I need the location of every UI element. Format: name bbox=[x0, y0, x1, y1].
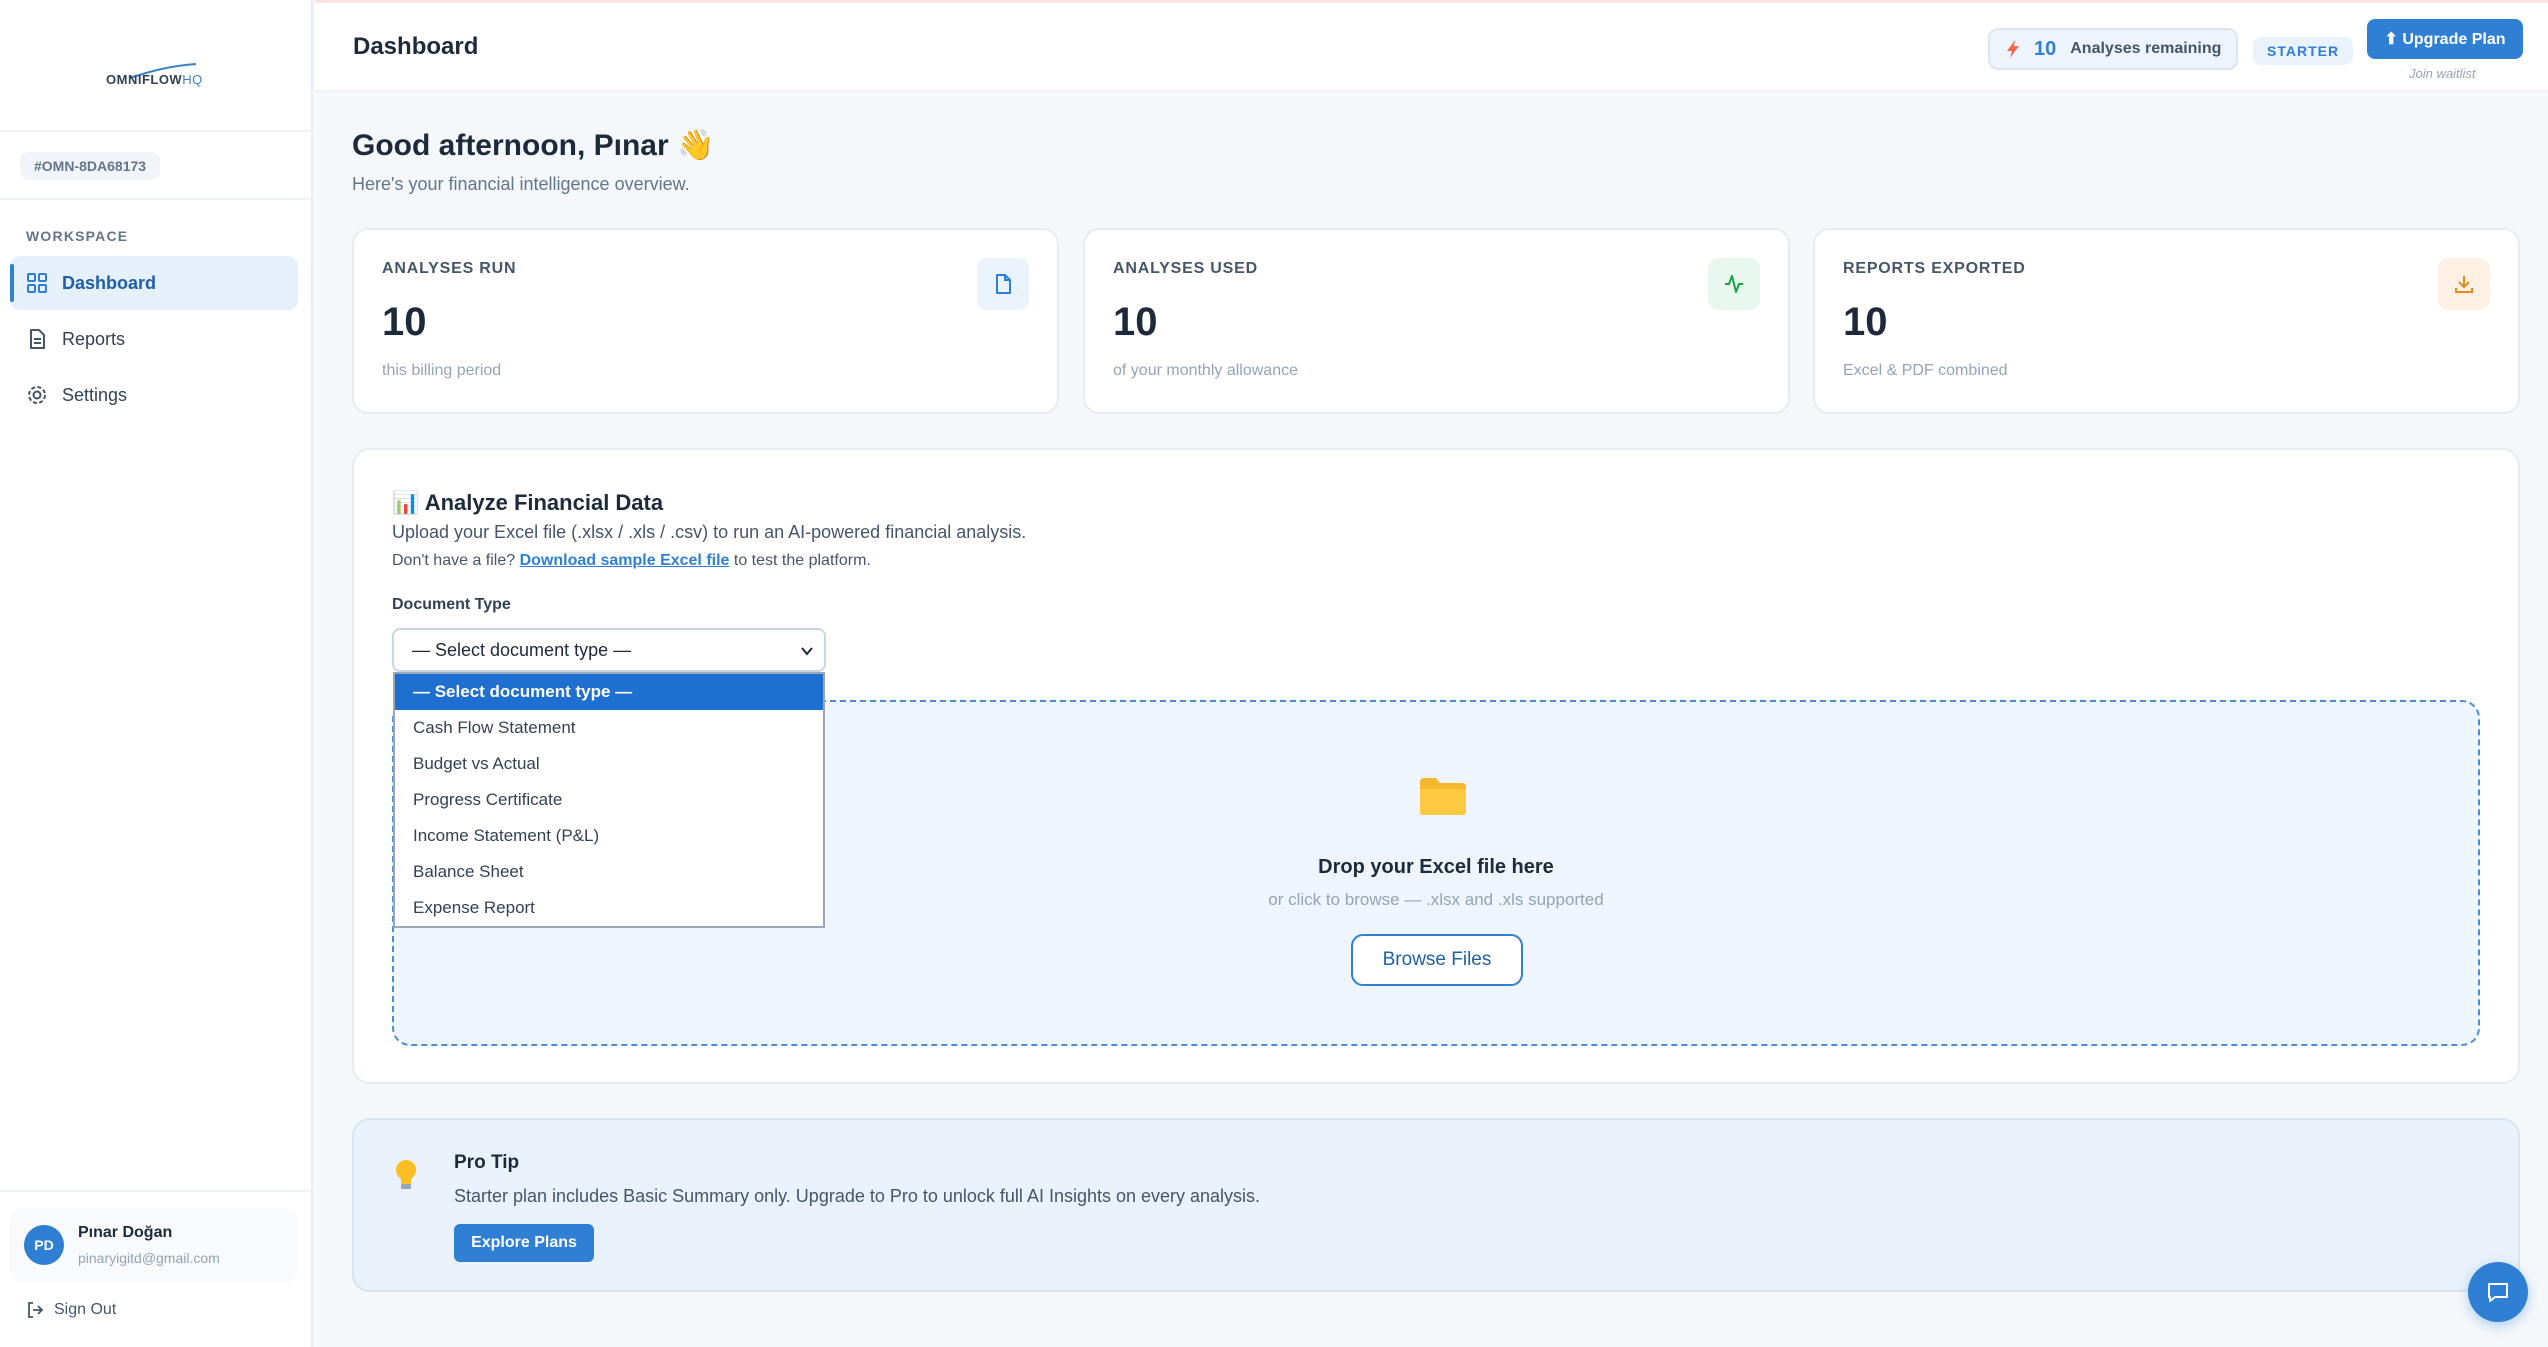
chat-button[interactable] bbox=[2468, 1262, 2528, 1322]
stat-label: ANALYSES RUN bbox=[382, 260, 517, 277]
greeting-subtitle: Here's your financial intelligence overv… bbox=[352, 174, 690, 194]
page-title: Dashboard bbox=[353, 33, 479, 60]
join-waitlist-link[interactable]: Join waitlist bbox=[2409, 66, 2475, 81]
remaining-count: 10 bbox=[2034, 37, 2057, 60]
sidebar-item-label: Settings bbox=[62, 384, 128, 405]
stat-sub: Excel & PDF combined bbox=[1843, 362, 2008, 379]
stat-value: 10 bbox=[1113, 300, 1158, 344]
divider bbox=[0, 198, 313, 200]
explore-plans-button[interactable]: Explore Plans bbox=[454, 1224, 594, 1262]
chevron-down-icon bbox=[801, 647, 813, 656]
brand-logo[interactable]: OMNIFLOWHQ bbox=[106, 62, 206, 100]
divider bbox=[0, 1190, 313, 1192]
select-value: — Select document type — bbox=[412, 639, 632, 660]
download-icon bbox=[2438, 258, 2490, 310]
gear-icon bbox=[28, 386, 46, 404]
sidebar: OMNIFLOWHQ #OMN-8DA68173 WORKSPACE Dashb… bbox=[0, 0, 313, 1347]
sidebar-item-dashboard[interactable]: Dashboard bbox=[10, 256, 298, 310]
dropdown-option[interactable]: Budget vs Actual bbox=[395, 746, 823, 782]
document-type-dropdown: — Select document type — Cash Flow State… bbox=[393, 672, 825, 928]
user-name: Pınar Doğan bbox=[78, 1224, 173, 1241]
greeting-title: Good afternoon, Pınar 👋 bbox=[352, 129, 715, 162]
analyze-description: Upload your Excel file (.xlsx / .xls / .… bbox=[392, 522, 1027, 542]
stat-label: REPORTS EXPORTED bbox=[1843, 260, 2026, 277]
section-label-workspace: WORKSPACE bbox=[26, 228, 129, 244]
document-type-select[interactable]: — Select document type — bbox=[392, 628, 826, 672]
browse-files-button[interactable]: Browse Files bbox=[1351, 934, 1523, 986]
analyze-title: 📊 Analyze Financial Data bbox=[392, 490, 664, 515]
stat-label: ANALYSES USED bbox=[1113, 260, 1258, 277]
sidebar-item-label: Reports bbox=[62, 328, 126, 349]
document-icon bbox=[30, 329, 45, 349]
sidebar-item-settings[interactable]: Settings bbox=[10, 368, 298, 422]
sample-suffix: to test the platform. bbox=[733, 552, 871, 569]
stat-value: 10 bbox=[382, 300, 427, 344]
sample-file-line: Don't have a file? Download sample Excel… bbox=[392, 552, 871, 570]
stat-card-reports-exported: REPORTS EXPORTED 10 Excel & PDF combined bbox=[1813, 228, 2520, 414]
brand-name: OMNIFLOWHQ bbox=[106, 72, 203, 87]
lightbulb-icon bbox=[396, 1160, 416, 1189]
analyses-remaining-pill: 10 Analyses remaining bbox=[1988, 28, 2238, 70]
logout-icon bbox=[28, 1302, 44, 1318]
chat-icon bbox=[2488, 1283, 2508, 1302]
sign-out-label: Sign Out bbox=[54, 1301, 117, 1318]
activity-icon bbox=[1708, 258, 1760, 310]
stat-card-analyses-used: ANALYSES USED 10 of your monthly allowan… bbox=[1083, 228, 1790, 414]
user-email: pinaryigitd@gmail.com bbox=[78, 1250, 220, 1266]
dropdown-option[interactable]: — Select document type — bbox=[395, 674, 823, 710]
top-header: Dashboard 10 Analyses remaining STARTER … bbox=[315, 0, 2548, 92]
sidebar-item-label: Dashboard bbox=[62, 272, 157, 293]
remaining-label: Analyses remaining bbox=[2070, 40, 2222, 57]
sign-out-button[interactable]: Sign Out bbox=[26, 1301, 116, 1319]
stat-sub: this billing period bbox=[382, 362, 502, 379]
dropdown-option[interactable]: Cash Flow Statement bbox=[395, 710, 823, 746]
pro-tip-title: Pro Tip bbox=[454, 1152, 520, 1173]
dropdown-option[interactable]: Income Statement (P&L) bbox=[395, 818, 823, 854]
dropdown-option[interactable]: Expense Report bbox=[395, 890, 823, 926]
folder-icon bbox=[1420, 778, 1466, 815]
divider bbox=[0, 130, 313, 132]
upgrade-plan-button[interactable]: ⬆ Upgrade Plan bbox=[2367, 19, 2523, 59]
dropdown-option[interactable]: Progress Certificate bbox=[395, 782, 823, 818]
download-sample-link[interactable]: Download sample Excel file bbox=[520, 552, 730, 569]
document-type-label: Document Type bbox=[392, 596, 511, 613]
stat-sub: of your monthly allowance bbox=[1113, 362, 1298, 379]
pro-tip-card: Pro Tip Starter plan includes Basic Summ… bbox=[352, 1118, 2520, 1292]
grid-icon bbox=[27, 273, 47, 293]
stat-value: 10 bbox=[1843, 300, 1888, 344]
avatar: PD bbox=[24, 1225, 64, 1265]
plan-badge: STARTER bbox=[2253, 37, 2354, 65]
stat-card-analyses-run: ANALYSES RUN 10 this billing period bbox=[352, 228, 1059, 414]
lightning-icon bbox=[2007, 40, 2019, 58]
org-id-badge: #OMN-8DA68173 bbox=[20, 152, 161, 180]
dropdown-option[interactable]: Balance Sheet bbox=[395, 854, 823, 890]
sidebar-item-reports[interactable]: Reports bbox=[10, 312, 298, 366]
pro-tip-text: Starter plan includes Basic Summary only… bbox=[454, 1186, 1261, 1206]
file-icon bbox=[977, 258, 1029, 310]
sample-prefix: Don't have a file? bbox=[392, 552, 516, 569]
user-card[interactable]: PD Pınar Doğan pinaryigitd@gmail.com bbox=[10, 1208, 298, 1282]
